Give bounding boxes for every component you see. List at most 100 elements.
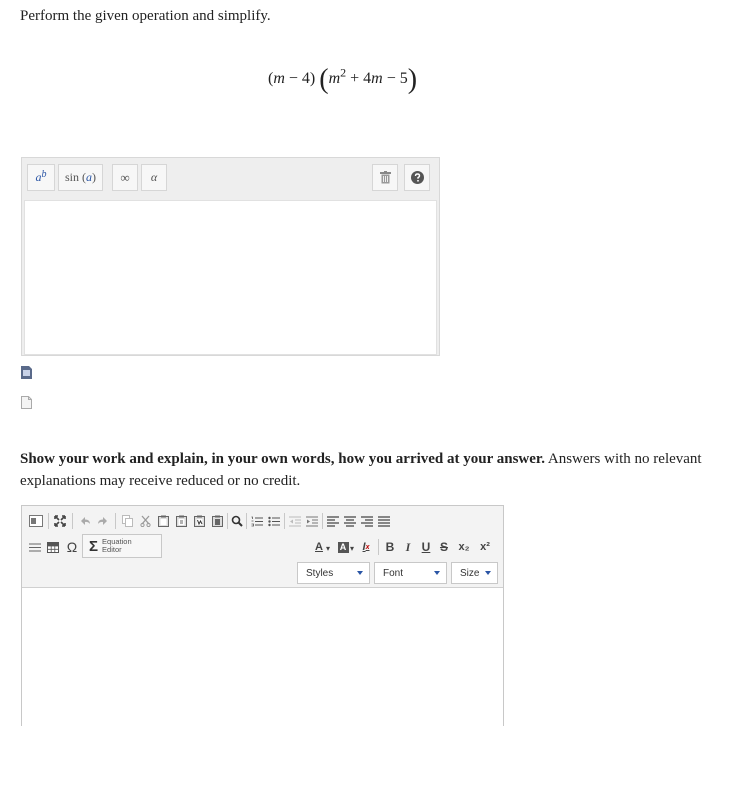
indent-button[interactable]	[305, 512, 319, 530]
equation-editor-label: Equation Editor	[102, 538, 132, 554]
italic-button[interactable]: I	[401, 538, 415, 556]
chevron-down-icon	[357, 571, 363, 575]
expr-minus-4: − 4)	[284, 70, 316, 87]
font-dropdown-label: Font	[383, 567, 404, 579]
maximize-button[interactable]	[52, 512, 68, 530]
underline-icon: U	[421, 540, 431, 554]
background-color-icon: A	[337, 541, 349, 553]
sigma-icon: Σ	[89, 537, 99, 555]
trash-button[interactable]	[372, 164, 398, 191]
align-justify-button[interactable]	[377, 512, 391, 530]
chevron-down-icon	[434, 571, 440, 575]
infinity-symbol: ∞	[120, 169, 130, 185]
expr-open-paren-2: (	[319, 64, 329, 95]
infinity-button[interactable]: ∞	[112, 164, 138, 191]
source-button[interactable]	[28, 512, 44, 530]
undo-icon	[81, 517, 90, 525]
rte-content-area[interactable]	[22, 588, 503, 726]
superscript-text-button[interactable]: x²	[477, 538, 493, 556]
italic-icon: I	[405, 539, 411, 554]
align-justify-icon	[378, 515, 390, 527]
align-center-button[interactable]	[343, 512, 357, 530]
align-right-button[interactable]	[360, 512, 374, 530]
expr-plus-4: + 4	[346, 70, 372, 87]
bold-icon: B	[385, 540, 395, 554]
redo-icon	[98, 517, 107, 525]
size-dropdown-label: Size	[460, 567, 480, 579]
align-right-icon	[361, 515, 373, 527]
horizontal-rule-icon	[29, 543, 41, 551]
numbered-list-button[interactable]	[250, 512, 264, 530]
paste-word-icon	[193, 515, 205, 527]
blank-file-icon[interactable]	[21, 396, 32, 409]
table-button[interactable]	[46, 538, 60, 556]
horizontal-rule-button[interactable]	[28, 538, 42, 556]
indent-icon	[306, 516, 318, 526]
paste-icon	[157, 515, 169, 527]
paste-word-button[interactable]	[192, 512, 206, 530]
sin-arg: a	[86, 170, 92, 184]
source-icon	[29, 515, 43, 527]
remove-format-button[interactable]: Ix	[358, 538, 374, 556]
alpha-symbol: α	[150, 170, 158, 184]
special-char-button[interactable]: Ω	[65, 538, 79, 556]
paste-button[interactable]	[156, 512, 170, 530]
bold-button[interactable]: B	[383, 538, 397, 556]
prompt-bold-text: Show your work and explain, in your own …	[20, 451, 545, 467]
subscript-button[interactable]: x₂	[456, 538, 472, 556]
alpha-button[interactable]: α	[141, 164, 167, 191]
attachment-file-icon[interactable]	[21, 366, 32, 379]
subscript-icon: x₂	[458, 541, 470, 553]
expr-close-paren-2: )	[407, 64, 418, 95]
math-answer-editor: ab sin (a) ∞ α	[21, 157, 440, 356]
styles-dropdown-label: Styles	[306, 567, 334, 579]
redo-button[interactable]	[95, 512, 111, 530]
expr-var-m3: m	[371, 70, 383, 87]
find-button[interactable]	[230, 512, 244, 530]
font-dropdown[interactable]: Font	[374, 562, 447, 584]
size-dropdown[interactable]: Size	[451, 562, 498, 584]
copy-icon	[121, 515, 133, 527]
styles-dropdown[interactable]: Styles	[297, 562, 370, 584]
numbered-list-icon	[251, 516, 263, 526]
cut-button[interactable]	[138, 512, 152, 530]
copy-button[interactable]	[120, 512, 134, 530]
chevron-down-icon	[485, 571, 491, 575]
underline-button[interactable]: U	[419, 538, 433, 556]
text-color-dropdown-arrow[interactable]: ▾	[325, 539, 331, 557]
help-icon	[410, 171, 424, 184]
strikethrough-icon: S	[439, 540, 448, 554]
outdent-button[interactable]	[288, 512, 302, 530]
expr-var-m1: m	[273, 70, 285, 87]
trash-icon	[379, 171, 391, 184]
question-instruction: Perform the given operation and simplify…	[20, 8, 271, 24]
help-button[interactable]	[404, 164, 430, 191]
strikethrough-button[interactable]: S	[437, 538, 451, 556]
rte-toolbar: Ω Σ Equation Editor A ▾ A ▾ Ix B I U S x…	[22, 506, 503, 588]
expr-var-m2: m	[328, 70, 341, 87]
equation-editor-label-2: Editor	[102, 545, 122, 554]
cut-icon	[139, 515, 151, 527]
paste-text-icon	[175, 515, 187, 527]
table-icon	[47, 541, 59, 553]
text-color-icon: A	[315, 541, 323, 553]
paste-text-button[interactable]	[174, 512, 188, 530]
omega-icon: Ω	[66, 539, 78, 555]
work-explanation-prompt: Show your work and explain, in your own …	[20, 448, 710, 492]
sin-button[interactable]: sin (a)	[58, 164, 103, 191]
sin-fn-label: sin	[64, 170, 79, 184]
search-icon	[231, 515, 243, 527]
background-color-dropdown-arrow[interactable]: ▾	[349, 539, 355, 557]
math-input-area[interactable]	[24, 200, 437, 355]
rich-text-editor: Ω Σ Equation Editor A ▾ A ▾ Ix B I U S x…	[21, 505, 504, 726]
align-left-button[interactable]	[326, 512, 340, 530]
align-center-icon	[344, 515, 356, 527]
undo-button[interactable]	[77, 512, 93, 530]
bulleted-list-icon	[268, 516, 280, 526]
expr-minus-5: − 5	[382, 70, 408, 87]
paste-special-button[interactable]	[210, 512, 224, 530]
equation-editor-button[interactable]: Σ Equation Editor	[82, 534, 162, 558]
bulleted-list-button[interactable]	[267, 512, 281, 530]
superscript-exp: b	[41, 169, 47, 180]
superscript-button[interactable]: ab	[27, 164, 55, 191]
